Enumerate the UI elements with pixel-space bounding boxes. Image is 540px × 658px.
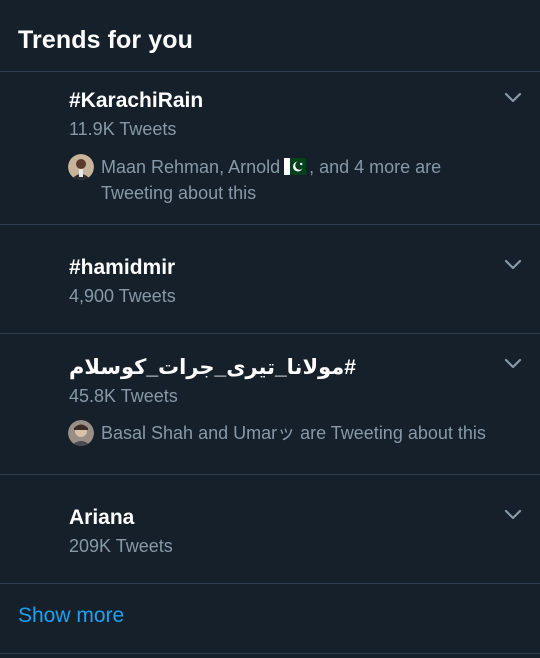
trend-name: #hamidmir (69, 256, 176, 279)
trend-tweet-count: 209K Tweets (69, 536, 173, 556)
avatar (68, 420, 94, 446)
social-context-text: Basal Shah and Umarッ are Tweeting about … (101, 423, 486, 443)
trend-name: #مولانا_تیری_جرات_کوسلام (69, 356, 356, 379)
chevron-down-icon[interactable] (504, 92, 522, 104)
trend-tweet-count: 11.9K Tweets (69, 119, 177, 139)
trend-name: #KarachiRain (69, 89, 204, 112)
chevron-down-icon[interactable] (504, 358, 522, 370)
page-title: Trends for you (18, 26, 194, 54)
social-context-text: Maan Rehman, Arnold (101, 157, 281, 177)
trend-item[interactable]: #مولانا_تیری_جرات_کوسلام 45.8K Tweets Ba… (0, 334, 540, 475)
show-more-row[interactable]: Show more (0, 584, 540, 654)
trend-item[interactable]: Ariana 209K Tweets (0, 475, 540, 584)
chevron-down-icon[interactable] (504, 259, 522, 271)
avatar (68, 154, 94, 180)
trend-social-context: Maan Rehman, Arnold , and 4 more are Twe… (68, 154, 540, 206)
trends-header: Trends for you (0, 0, 540, 72)
trend-item[interactable]: #hamidmir 4,900 Tweets (0, 225, 540, 334)
chevron-down-icon[interactable] (504, 509, 522, 521)
pakistan-flag-icon (284, 158, 307, 175)
trend-social-context: Basal Shah and Umarッ are Tweeting about … (68, 420, 540, 446)
trend-item[interactable]: #KarachiRain 11.9K Tweets Maan Rehman, A… (0, 72, 540, 225)
trend-name: Ariana (69, 506, 135, 529)
show-more-link[interactable]: Show more (18, 604, 124, 627)
trend-tweet-count: 4,900 Tweets (69, 286, 176, 306)
trend-tweet-count: 45.8K Tweets (69, 386, 178, 406)
